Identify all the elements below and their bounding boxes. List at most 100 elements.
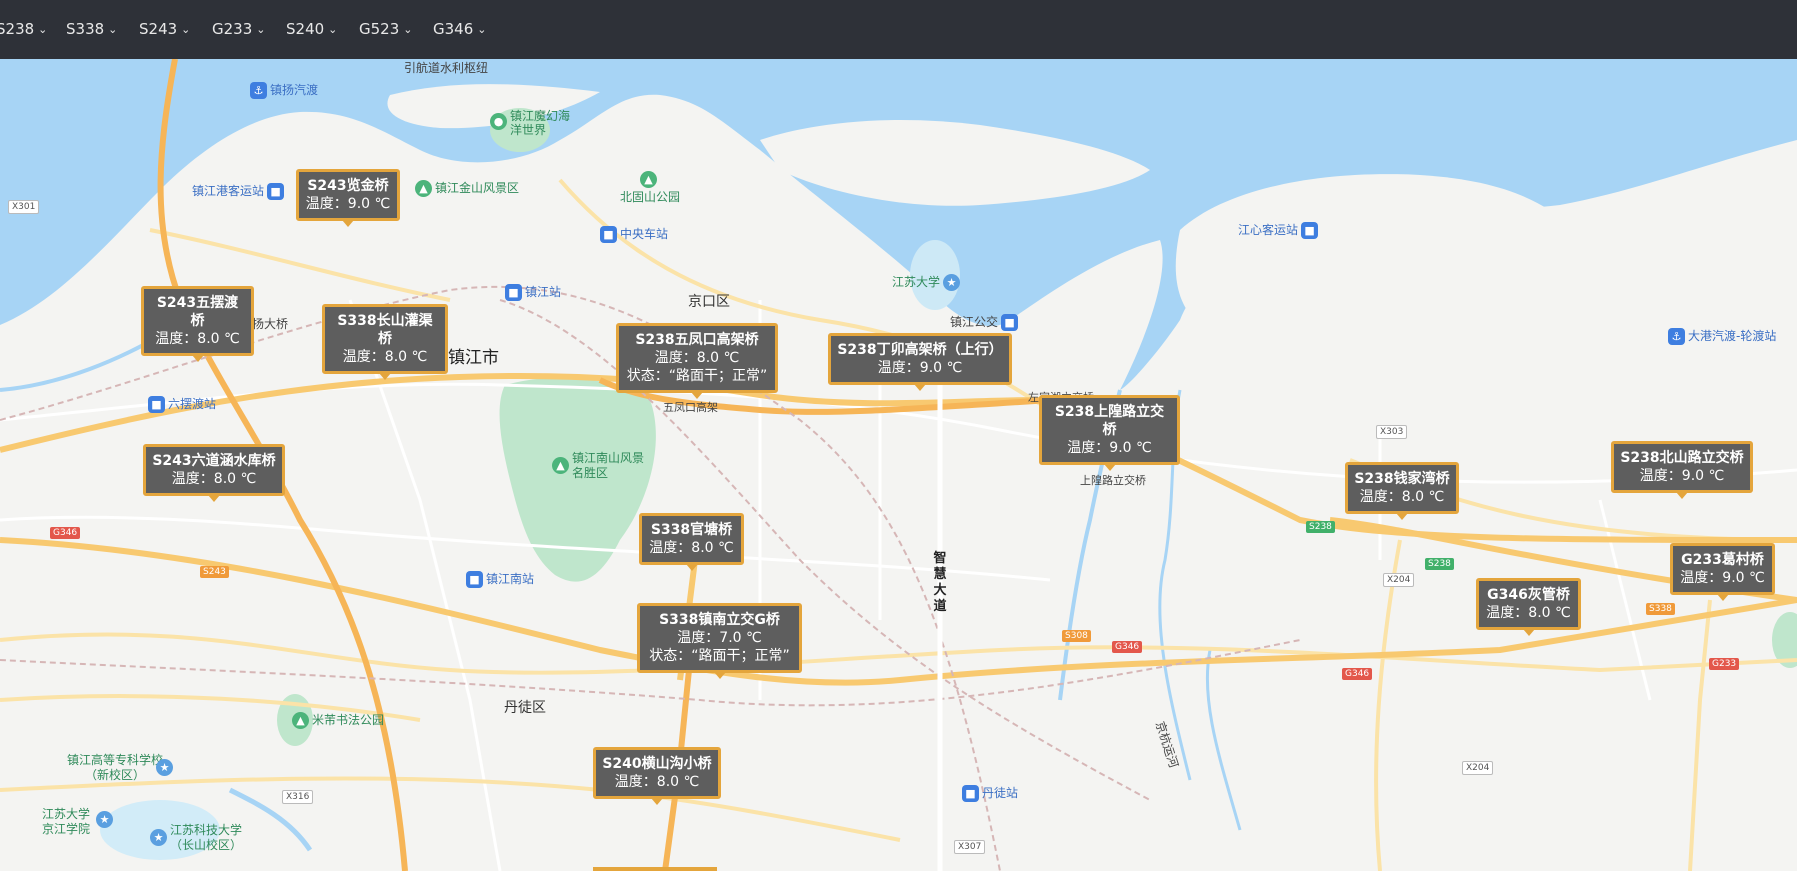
poi-nanshan[interactable]: ▲ 镇江南山风景名胜区 — [552, 451, 652, 481]
bridge-title: G346灰管桥 — [1487, 587, 1570, 603]
shield-x301: X301 — [8, 200, 40, 214]
bridge-card[interactable]: S238北山路立交桥 温度：9.0 ℃ — [1611, 441, 1753, 499]
bus-station-icon: ■ — [267, 183, 285, 200]
poi-zhenjiang-zhan[interactable]: ■ 镇江站 — [505, 283, 561, 301]
school-icon: ★ — [150, 829, 167, 846]
bridge-card[interactable]: S238钱家湾桥 温度：8.0 ℃ — [1345, 462, 1459, 520]
bridge-card[interactable]: S338镇南立交G桥 温度：7.0 ℃ 状态：“路面干；正常” — [637, 603, 802, 679]
anchor-icon: ⚓ — [1668, 328, 1685, 345]
chevron-down-icon: ⌄ — [403, 23, 413, 36]
poi-gangke[interactable]: 镇江港客运站 ■ — [192, 182, 287, 200]
bus-station-icon: ■ — [148, 396, 165, 413]
poi-jingjiang[interactable]: 江苏大学京江学院 — [42, 807, 97, 837]
poi-liubai-ferry[interactable]: ■ 六摆渡站 — [148, 395, 216, 413]
poi-jiangsu-univ[interactable]: 江苏大学 ★ — [892, 273, 963, 291]
poi-label: 六摆渡站 — [168, 397, 217, 411]
poi-label: 江苏大学京江学院 — [42, 807, 91, 836]
menu-g346[interactable]: G346 ⌄ — [433, 0, 486, 59]
bridge-title: S243六道涵水库桥 — [152, 453, 276, 469]
bridge-temp: 温度：8.0 ℃ — [614, 774, 700, 790]
poi-yinhang: 引航道水利枢纽 — [404, 61, 489, 75]
bridge-temp: 温度：9.0 ℃ — [1639, 468, 1725, 484]
poi-jiangxin[interactable]: 江心客运站 ■ — [1238, 221, 1321, 239]
bridge-card[interactable]: S238五凤口高架桥 温度：8.0 ℃ 状态：“路面干；正常” — [616, 323, 778, 399]
bridge-card[interactable]: S238上隍路立交桥 温度：9.0 ℃ — [1039, 395, 1180, 471]
bridge-status: 状态：“路面干；正常” — [626, 368, 768, 384]
park-icon: ● — [490, 113, 507, 130]
chevron-down-icon: ⌄ — [328, 23, 338, 36]
poi-dantu-station[interactable]: ■ 丹徒站 — [962, 784, 1018, 802]
train-station-icon: ■ — [466, 571, 483, 588]
poi-zhenyang-ferry[interactable]: ⚓ 镇扬汽渡 — [250, 81, 318, 99]
shield-x204: X204 — [1462, 761, 1494, 775]
map-canvas[interactable]: 引航道水利枢纽 ⚓ 镇扬汽渡 ● 镇江魔幻海洋世界 镇江港客运站 ■ ▲ 镇江金山风景区… — [0, 59, 1797, 871]
district-dantu: 丹徒区 — [504, 700, 546, 716]
bus-station-icon: ■ — [600, 226, 617, 243]
shield-x307: X307 — [954, 840, 986, 854]
poi-gongjiao[interactable]: 镇江公交 ■ — [950, 313, 1021, 331]
bridge-temp: 温度：8.0 ℃ — [155, 331, 240, 347]
park-icon: ▲ — [640, 171, 657, 188]
train-station-icon: ■ — [962, 785, 979, 802]
poi-kejidaxue[interactable]: ★ 江苏科技大学（长山校区） — [150, 823, 242, 853]
bridge-card[interactable]: G233葛村桥 温度：9.0 ℃ — [1670, 543, 1775, 601]
poi-zhenjiang-south[interactable]: ■ 镇江南站 — [466, 570, 534, 588]
menu-label: G233 — [212, 20, 253, 38]
bridge-temp: 温度：9.0 ℃ — [877, 360, 963, 376]
bridge-title: S338镇南立交G桥 — [659, 612, 780, 628]
menu-label: S238 — [0, 20, 35, 38]
poi-label: 镇江站 — [525, 285, 562, 299]
menu-label: S243 — [139, 20, 178, 38]
poi-label: 大港汽渡-轮渡站 — [1688, 329, 1777, 343]
menu-label: G523 — [359, 20, 400, 38]
bridge-title: G233葛村桥 — [1681, 552, 1764, 568]
school-icon: ★ — [96, 811, 113, 828]
poi-label: 江苏大学 — [892, 275, 941, 289]
poi-jinshan[interactable]: ▲ 镇江金山风景区 — [415, 179, 519, 197]
menu-s243[interactable]: S243 ⌄ — [139, 0, 190, 59]
menu-s338[interactable]: S338 ⌄ — [66, 0, 117, 59]
bridge-title: S243览金桥 — [307, 178, 389, 194]
poi-zhongyang[interactable]: ■ 中央车站 — [600, 225, 668, 243]
poi-dagang[interactable]: ⚓ 大港汽渡-轮渡站 — [1668, 327, 1776, 345]
menu-s238[interactable]: S238 ⌄ — [0, 0, 47, 59]
chevron-down-icon: ⌄ — [38, 23, 48, 36]
bridge-card[interactable]: S243五摆渡桥 温度：8.0 ℃ — [141, 286, 254, 362]
bridge-card[interactable]: S243六道涵水库桥 温度：8.0 ℃ — [143, 444, 285, 502]
poi-label: 镇江公交 — [950, 315, 999, 329]
poi-label: 镇江南山风景名胜区 — [572, 451, 645, 480]
bridge-card[interactable]: S243览金桥 温度：9.0 ℃ — [296, 169, 400, 227]
shield-g346: G346 — [1112, 641, 1143, 653]
shield-g346: G346 — [50, 527, 81, 539]
poi-label: 江心客运站 — [1238, 223, 1299, 237]
menu-s240[interactable]: S240 ⌄ — [286, 0, 337, 59]
poi-mifu[interactable]: ▲ 米芾书法公园 — [292, 711, 384, 729]
school-icon: ★ — [156, 759, 173, 776]
chevron-down-icon: ⌄ — [108, 23, 118, 36]
poi-beigushan[interactable]: ▲ 北固山公园 — [620, 171, 680, 205]
menu-label: G346 — [433, 20, 474, 38]
bus-station-icon: ■ — [1301, 222, 1319, 239]
bridge-card[interactable]: S238丁卯高架桥（上行） 温度：9.0 ℃ — [828, 333, 1012, 391]
menu-label: S240 — [286, 20, 325, 38]
bridge-card[interactable]: S338官塘桥 温度：8.0 ℃ — [639, 513, 744, 571]
road-zhihui-dadao: 智慧大道 — [933, 551, 947, 614]
bridge-title: S238北山路立交桥 — [1620, 450, 1744, 466]
bridge-temp: 温度：9.0 ℃ — [305, 196, 391, 212]
shield-x316: X316 — [282, 790, 314, 804]
bridge-card[interactable]: S338长山灌渠桥 温度：8.0 ℃ — [322, 304, 448, 380]
shield-s338: S338 — [1646, 603, 1675, 615]
menu-g233[interactable]: G233 ⌄ — [212, 0, 265, 59]
shield-s238: S238 — [1306, 521, 1335, 533]
bridge-temp: 温度：8.0 ℃ — [1486, 605, 1571, 621]
anchor-icon: ⚓ — [250, 82, 267, 99]
menu-g523[interactable]: G523 ⌄ — [359, 0, 412, 59]
bridge-title: S238丁卯高架桥（上行） — [837, 342, 1003, 358]
city-zhenjiang: 镇江市 — [448, 348, 499, 368]
poi-wufengkou: 五凤口高架 — [663, 401, 718, 414]
bridge-card[interactable]: G346灰管桥 温度：8.0 ℃ — [1476, 578, 1581, 636]
poi-label: 丹徒站 — [982, 786, 1019, 800]
bridge-card[interactable]: S240横山沟小桥 温度：8.0 ℃ — [593, 747, 721, 805]
poi-haiyang[interactable]: ● 镇江魔幻海洋世界 — [490, 109, 570, 137]
bridge-title: S238上隍路立交桥 — [1054, 404, 1165, 438]
